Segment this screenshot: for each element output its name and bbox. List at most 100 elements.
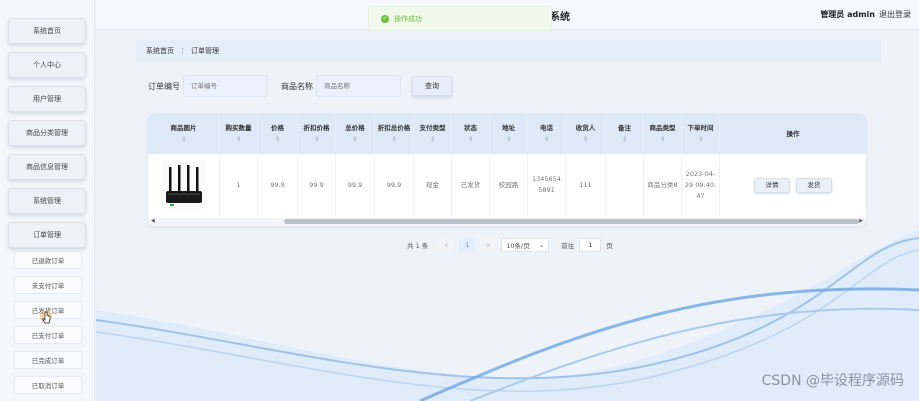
cell-total-price: 99.9 xyxy=(336,154,375,216)
sidebar-item-label: 商品信息管理 xyxy=(26,163,68,171)
router-image xyxy=(161,161,206,209)
check-circle-icon: ✓ xyxy=(381,14,389,23)
orders-table: 商品图片 ⇕ 购买数量 ⇕ 价格 ⇕ 折扣价格 ⇕ 总价格 ⇕ 折扣总价格 ⇕ 支付类型 ⇕ … xyxy=(148,114,866,226)
sidebar-item-label: 系统首页 xyxy=(33,27,61,35)
sidebar-item-home[interactable]: 系统首页 xyxy=(8,18,86,44)
sidebar-item-label: 订单管理 xyxy=(33,231,61,239)
goods-name-input[interactable] xyxy=(316,75,401,97)
cell-remark xyxy=(606,154,644,216)
sort-icon[interactable]: ⇕ xyxy=(236,134,241,145)
sidebar-subitem-refunded[interactable]: 已退款订单 xyxy=(14,251,82,269)
col-header-discount-price[interactable]: 折扣价格 ⇕ xyxy=(298,114,336,154)
cell-actions: 详情 发货 xyxy=(720,154,866,216)
goods-name-label: 商品名称 xyxy=(281,82,313,91)
breadcrumb: 系统首页 ⋮ 订单管理 xyxy=(136,40,881,62)
sidebar-item-label: 用户管理 xyxy=(33,95,61,103)
sort-icon[interactable]: ⇕ xyxy=(660,134,665,145)
detail-button[interactable]: 详情 xyxy=(754,177,790,193)
col-header-image[interactable]: 商品图片 ⇕ xyxy=(148,114,220,154)
cell-address: 校园路 xyxy=(490,154,528,216)
system-title: 系统 xyxy=(550,12,570,23)
breadcrumb-home[interactable]: 系统首页 xyxy=(146,46,174,56)
cell-discount-price: 99.9 xyxy=(298,154,336,216)
table-row: 1 99.9 99.9 99.9 99.9 现金 已发货 校园路 1345654… xyxy=(148,154,866,216)
admin-label: 管理员 admin xyxy=(820,10,875,19)
sidebar-item-profile[interactable]: 个人中心 xyxy=(8,52,86,78)
col-header-discount-total[interactable]: 折扣总价格 ⇕ xyxy=(375,114,414,154)
cell-status: 已发货 xyxy=(452,154,490,216)
sort-icon[interactable]: ⇕ xyxy=(468,134,473,145)
col-header-phone[interactable]: 电话 ⇕ xyxy=(528,114,566,154)
chevron-down-icon: ⌄ xyxy=(538,241,545,249)
cell-pay-type: 现金 xyxy=(414,154,452,216)
sort-icon[interactable]: ⇕ xyxy=(352,134,357,145)
cell-phone: 13456545891 xyxy=(528,154,566,216)
sidebar-item-orders[interactable]: 订单管理 xyxy=(8,222,86,248)
cell-product-image xyxy=(148,154,220,216)
scrollbar-thumb[interactable] xyxy=(284,219,859,224)
page-size-select[interactable]: 10条/页 ⌄ xyxy=(501,238,550,252)
success-toast: ✓ 操作成功 xyxy=(368,6,552,31)
col-header-actions: 操作 xyxy=(786,129,800,138)
breadcrumb-separator: ⋮ xyxy=(179,47,186,55)
sort-icon[interactable]: ⇕ xyxy=(622,134,627,145)
sidebar-item-label: 个人中心 xyxy=(33,61,61,69)
page-number[interactable]: 1 xyxy=(459,238,476,252)
col-header-total-price[interactable]: 总价格 ⇕ xyxy=(336,114,375,154)
goto-label: 前往 xyxy=(561,242,575,250)
sidebar-item-goods[interactable]: 商品信息管理 xyxy=(8,154,86,180)
cell-goods-type: 商品分类8 xyxy=(644,154,682,216)
scroll-right-icon[interactable]: ▶ xyxy=(859,218,863,224)
sort-icon[interactable]: ⇕ xyxy=(698,134,703,145)
order-no-input[interactable] xyxy=(183,75,268,97)
sidebar-subitem-label: 已取消订单 xyxy=(31,382,65,390)
sidebar-subitem-label: 已支付订单 xyxy=(31,332,65,340)
sidebar-item-system[interactable]: 系统管理 xyxy=(8,188,86,214)
sort-icon[interactable]: ⇕ xyxy=(506,134,511,145)
sidebar-item-category[interactable]: 商品分类管理 xyxy=(8,120,86,146)
col-header-quantity[interactable]: 购买数量 ⇕ xyxy=(220,114,258,154)
col-header-receiver[interactable]: 收货人 ⇕ xyxy=(566,114,606,154)
sidebar-item-label: 商品分类管理 xyxy=(26,129,68,137)
col-header-status[interactable]: 状态 ⇕ xyxy=(452,114,490,154)
cell-order-time: 2023-04-29 09:40:47 xyxy=(682,154,720,216)
sidebar-subitem-label: 已完成订单 xyxy=(31,357,65,365)
total-count: 共 1 条 xyxy=(407,242,429,250)
page-size-value: 10条/页 xyxy=(506,242,530,250)
sort-icon[interactable]: ⇕ xyxy=(181,134,186,145)
ship-button[interactable]: 发货 xyxy=(796,177,832,193)
logout-link[interactable]: 退出登录 xyxy=(879,9,911,20)
sidebar-subitem-completed[interactable]: 已完成订单 xyxy=(14,351,82,369)
scroll-left-icon[interactable]: ◀ xyxy=(151,218,155,224)
col-header-goods-type[interactable]: 商品类型 ⇕ xyxy=(644,114,682,154)
breadcrumb-current: 订单管理 xyxy=(191,47,219,55)
page-suffix: 页 xyxy=(606,242,613,250)
sort-icon[interactable]: ⇕ xyxy=(314,134,319,145)
sort-icon[interactable]: ⇕ xyxy=(275,134,280,145)
sort-icon[interactable]: ⇕ xyxy=(583,134,588,145)
sidebar-item-users[interactable]: 用户管理 xyxy=(8,86,86,112)
sidebar-subitem-unpaid[interactable]: 未支付订单 xyxy=(14,276,82,294)
sort-icon[interactable]: ⇕ xyxy=(391,134,396,145)
pagination: 共 1 条 < 1 > 10条/页 ⌄ 前往 1 页 xyxy=(407,238,613,252)
col-header-price[interactable]: 价格 ⇕ xyxy=(258,114,298,154)
col-header-address[interactable]: 地址 ⇕ xyxy=(490,114,528,154)
col-header-order-time[interactable]: 下单时间 ⇕ xyxy=(682,114,720,154)
goto-page-input[interactable]: 1 xyxy=(579,238,602,252)
prev-page-button[interactable]: < xyxy=(438,238,455,252)
cell-quantity: 1 xyxy=(220,154,258,216)
sidebar-subitem-paid[interactable]: 已支付订单 xyxy=(14,326,82,344)
cell-receiver: 111 xyxy=(566,154,606,216)
col-header-pay-type[interactable]: 支付类型 ⇕ xyxy=(414,114,452,154)
order-no-label: 订单编号 xyxy=(148,82,180,91)
next-page-button[interactable]: > xyxy=(480,238,497,252)
sidebar: 系统首页 个人中心 用户管理 商品分类管理 商品信息管理 系统管理 订单管理 已… xyxy=(0,0,95,401)
sidebar-subitem-label: 已退款订单 xyxy=(31,257,65,265)
table-header: 商品图片 ⇕ 购买数量 ⇕ 价格 ⇕ 折扣价格 ⇕ 总价格 ⇕ 折扣总价格 ⇕ 支付类型 ⇕ … xyxy=(148,114,866,154)
sort-icon[interactable]: ⇕ xyxy=(544,134,549,145)
query-button[interactable]: 查询 xyxy=(412,76,452,96)
sort-icon[interactable]: ⇕ xyxy=(430,134,435,145)
sidebar-subitem-cancelled[interactable]: 已取消订单 xyxy=(14,376,82,394)
col-header-remark[interactable]: 备注 ⇕ xyxy=(606,114,644,154)
horizontal-scrollbar[interactable]: ◀ ▶ xyxy=(148,218,866,226)
